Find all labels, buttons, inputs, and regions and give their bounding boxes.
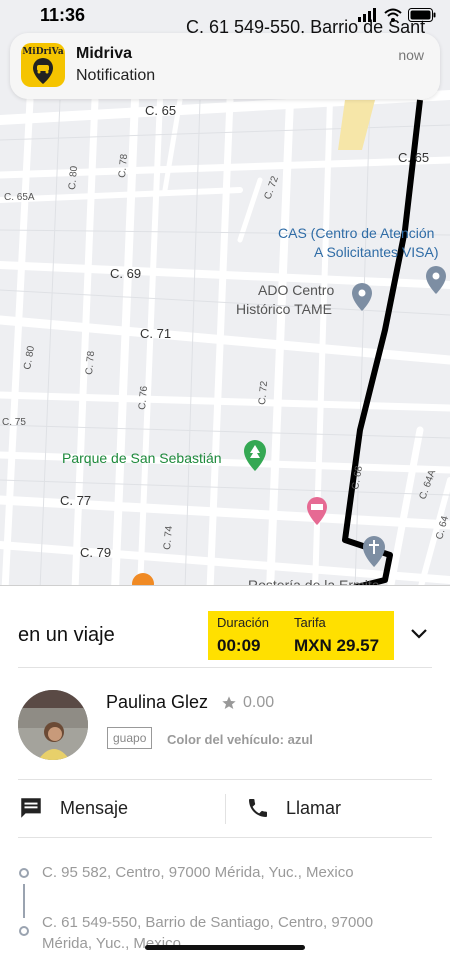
street-label: C. 79 [80,545,111,560]
street-label: C. 75 [2,417,26,428]
car-pin-icon [33,58,53,84]
street-label: C. 65 [145,103,176,118]
place-label-park[interactable]: Parque de San Sebastián [62,450,222,466]
call-button[interactable]: Llamar [246,784,436,832]
driver-rating: 0.00 [221,694,274,712]
street-label: C. 77 [60,493,91,508]
duration-label: Duración [217,615,270,630]
notification-title: Midriva [76,45,133,62]
trip-sheet: en un viaje Duración 00:09 Tarifa MXN 29… [0,585,450,961]
street-label: C. 78 [117,153,130,178]
rating-value: 0.00 [243,694,275,711]
street-label: C. 64A [417,468,438,501]
wifi-icon [384,8,402,22]
signal-icon [358,8,376,22]
message-icon [21,798,41,818]
chevron-down-icon[interactable] [410,628,428,640]
phone-icon [249,799,267,817]
street-label: C. 65A [4,192,35,203]
divider [18,779,432,780]
star-icon [222,696,236,709]
push-notification[interactable]: MiDriVa Midriva Notification now [10,33,440,99]
street-label: C. 69 [110,266,141,281]
pickup-address: C. 95 582, Centro, 97000 Mérida, Yuc., M… [42,864,354,881]
vehicle-color: Color del vehículo: azul [167,732,313,747]
status-time: 11:36 [40,5,86,25]
street-label: C. 78 [84,350,97,375]
status-icons [358,8,436,22]
duration-value: 00:09 [217,636,261,655]
dropoff-dot-icon [19,926,29,936]
street-label: C. 76 [137,385,150,410]
church-pin-icon[interactable] [363,536,385,567]
street-label: C. 72 [257,380,270,405]
driver-name: Paulina Glez [106,692,209,712]
street-label: C. 65 [398,150,429,165]
route-connector [23,884,25,918]
street-label: C. 80 [67,165,80,190]
call-label: Llamar [286,797,342,818]
pin-icon[interactable] [352,283,372,311]
action-separator [225,794,226,824]
street-label: C. 80 [22,345,37,371]
fare-label: Tarifa [294,615,326,630]
message-button[interactable]: Mensaje [18,784,218,832]
trip-status: en un viaje [18,624,115,646]
battery-icon [408,8,436,22]
street-label: C. 74 [162,525,175,550]
vehicle-plate: guapo [107,727,153,749]
app-icon: MiDriVa [21,43,65,87]
message-label: Mensaje [60,797,129,818]
divider [18,837,432,838]
notification-body: Notification [76,67,156,84]
notification-time: now [398,47,424,63]
street-label: C. 71 [140,326,171,341]
place-label-cas[interactable]: CAS (Centro de Atención A Solicitantes VI… [278,225,439,260]
avatar [18,690,88,760]
fare-value: MXN 29.57 [294,636,380,655]
pickup-dot-icon [19,868,29,878]
divider [18,667,432,668]
app-brand: MiDriVa [22,47,64,57]
status-bar: 11:36 C. 61 549-550, Barrio de Sant [0,0,450,37]
home-indicator[interactable] [145,945,305,950]
trip-stats-panel: Duración 00:09 Tarifa MXN 29.57 [208,611,394,660]
driver-photo [18,690,88,760]
pin-icon[interactable] [426,266,446,294]
street-label: C. 72 [262,174,281,201]
